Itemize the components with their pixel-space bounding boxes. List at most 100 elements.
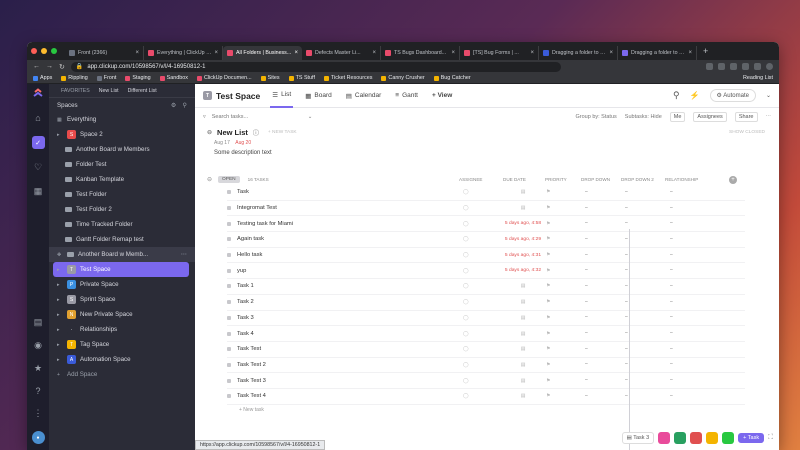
flag-icon[interactable]: ⚑ <box>546 362 550 368</box>
caret-right-icon[interactable]: ▸ <box>57 132 63 138</box>
status-square-icon[interactable] <box>227 221 231 226</box>
flag-icon[interactable]: ⚑ <box>546 205 550 211</box>
reload-icon[interactable]: ↻ <box>59 63 65 71</box>
tray-task[interactable]: ▤ Task 3 <box>621 432 655 444</box>
table-row[interactable]: Integromat Test ◯ ▤ ⚑ – – – <box>227 201 745 217</box>
drop-down-2-cell[interactable]: – <box>625 221 628 226</box>
column-header-drop-down-2[interactable]: DROP DOWN 2 <box>621 177 654 182</box>
sidebar-item-everything[interactable]: ▦ Everything <box>49 112 195 127</box>
due-date-cell[interactable]: ▤ <box>493 283 553 289</box>
task-search-input[interactable]: Search tasks... <box>212 114 302 120</box>
checkbox-icon[interactable]: ✓ <box>31 136 45 149</box>
sidebar-space[interactable]: ▸ S Space 2 <box>49 127 195 142</box>
due-date[interactable]: Aug 20 <box>235 140 251 146</box>
flag-icon[interactable]: ⚑ <box>546 299 550 305</box>
table-row[interactable]: Task Test 4 ◯ ▤ ⚑ – – – <box>227 389 745 405</box>
assignee-icon[interactable]: ◯ <box>463 252 468 258</box>
due-date-cell[interactable]: ▤ <box>493 346 553 352</box>
extension-icon[interactable] <box>754 63 761 70</box>
close-icon[interactable]: × <box>688 50 692 56</box>
table-row[interactable]: Testing task for Miami ◯ 5 days ago, 4:5… <box>227 216 745 233</box>
status-square-icon[interactable] <box>227 284 231 289</box>
table-row[interactable]: Hello task ◯ 5 days ago, 4:31 ⚑ – – – <box>227 248 745 264</box>
filter-icon[interactable]: ▿ <box>203 114 206 120</box>
bookmark-item[interactable]: ClickUp Documen... <box>196 75 252 81</box>
tray-sheet-icon[interactable] <box>722 432 735 444</box>
task-name[interactable]: yup <box>237 268 246 274</box>
drop-down-2-cell[interactable]: – <box>625 284 628 289</box>
more-icon[interactable]: ⋮ <box>34 408 43 419</box>
extension-icon[interactable] <box>706 63 713 70</box>
status-square-icon[interactable] <box>227 347 231 352</box>
assignee-icon[interactable]: ◯ <box>463 331 468 337</box>
drop-down-2-cell[interactable]: – <box>625 268 628 273</box>
task-name[interactable]: Hello task <box>237 252 262 258</box>
broadcast-icon[interactable]: ◉ <box>34 340 42 351</box>
assignee-icon[interactable]: ◯ <box>463 315 468 321</box>
flag-icon[interactable]: ⚑ <box>546 252 550 258</box>
relationship-cell[interactable]: – <box>670 362 673 367</box>
close-icon[interactable]: × <box>451 50 455 56</box>
task-name[interactable]: Task 1 <box>237 283 254 289</box>
flag-icon[interactable]: ⚑ <box>546 346 550 352</box>
table-row[interactable]: Task 4 ◯ ▤ ⚑ – – – <box>227 326 745 342</box>
drop-down-2-cell[interactable]: – <box>625 347 628 352</box>
caret-right-icon[interactable]: ▸ <box>57 357 63 363</box>
assignee-icon[interactable]: ◯ <box>463 378 468 384</box>
task-name[interactable]: Task <box>237 189 249 195</box>
caret-right-icon[interactable]: ▸ <box>57 327 63 333</box>
list-description[interactable]: Some description text <box>214 150 779 156</box>
add-task-button[interactable]: + Task <box>738 433 765 443</box>
close-icon[interactable]: × <box>530 50 534 56</box>
task-name[interactable]: Testing task for Miami <box>237 221 293 227</box>
close-icon[interactable]: × <box>294 50 298 56</box>
sidebar-folder[interactable]: Folder Test <box>49 157 195 172</box>
caret-right-icon[interactable]: ▸ <box>57 297 63 303</box>
bookmark-item[interactable]: Apps <box>33 75 52 81</box>
due-date-cell[interactable]: ▤ <box>493 331 553 337</box>
start-date[interactable]: Aug 17 <box>214 140 230 146</box>
task-name[interactable]: Task Test 2 <box>237 362 266 368</box>
drop-down-cell[interactable]: – <box>585 284 588 289</box>
extension-icon[interactable] <box>718 63 725 70</box>
due-date-cell[interactable]: ▤ <box>493 393 553 399</box>
sidebar-folder[interactable]: Another Board w Members <box>49 142 195 157</box>
caret-right-icon[interactable]: ▸ <box>57 267 63 273</box>
drop-down-cell[interactable]: – <box>585 394 588 399</box>
new-task-link[interactable]: + NEW TASK <box>268 130 297 135</box>
info-icon[interactable]: ⓘ <box>253 128 259 137</box>
dashboard-icon[interactable]: ▦ <box>34 186 43 197</box>
tray-docs-icon[interactable] <box>658 432 671 444</box>
drop-down-cell[interactable]: – <box>585 378 588 383</box>
due-date-cell[interactable]: 5 days ago, 4:31 <box>493 253 553 258</box>
relationship-cell[interactable]: – <box>670 268 673 273</box>
maximize-window-button[interactable] <box>51 48 57 54</box>
search-icon[interactable]: ⚲ <box>673 90 680 101</box>
browser-tab[interactable]: Dragging a folder to n... × <box>539 46 618 60</box>
profile-icon[interactable] <box>766 63 773 70</box>
collapse-icon[interactable]: ⊖ <box>207 176 212 183</box>
assignee-icon[interactable]: ◯ <box>463 362 468 368</box>
assignee-icon[interactable]: ◯ <box>463 236 468 242</box>
close-window-button[interactable] <box>31 48 37 54</box>
relationship-cell[interactable]: – <box>670 284 673 289</box>
bookmark-item[interactable]: Ticket Resources <box>323 75 372 81</box>
group-by-button[interactable]: Group by: Status <box>576 114 617 120</box>
back-icon[interactable]: ← <box>33 63 40 70</box>
tray-doc-icon[interactable] <box>706 432 719 444</box>
browser-tab[interactable]: [TS] Bug Forms | ... × <box>460 46 539 60</box>
caret-right-icon[interactable]: ▸ <box>57 342 63 348</box>
flag-icon[interactable]: ⚑ <box>546 393 550 399</box>
me-button[interactable]: Me <box>669 111 686 122</box>
table-row[interactable]: Task 1 ◯ ▤ ⚑ – – – <box>227 279 745 295</box>
subtasks-button[interactable]: Subtasks: Hide <box>625 114 662 120</box>
reading-list[interactable]: Reading List <box>743 75 773 81</box>
home-icon[interactable]: ⌂ <box>35 113 40 123</box>
relationship-cell[interactable]: – <box>670 206 673 211</box>
bookmark-item[interactable]: Bug Catcher <box>433 75 471 81</box>
table-row[interactable]: Task Test 3 ◯ ▤ ⚑ – – – <box>227 373 745 389</box>
share-button[interactable]: Share <box>734 111 758 122</box>
status-square-icon[interactable] <box>227 190 231 195</box>
due-date-cell[interactable]: ▤ <box>493 189 553 195</box>
table-row[interactable]: Task ◯ ▤ ⚑ – – – <box>227 185 745 201</box>
